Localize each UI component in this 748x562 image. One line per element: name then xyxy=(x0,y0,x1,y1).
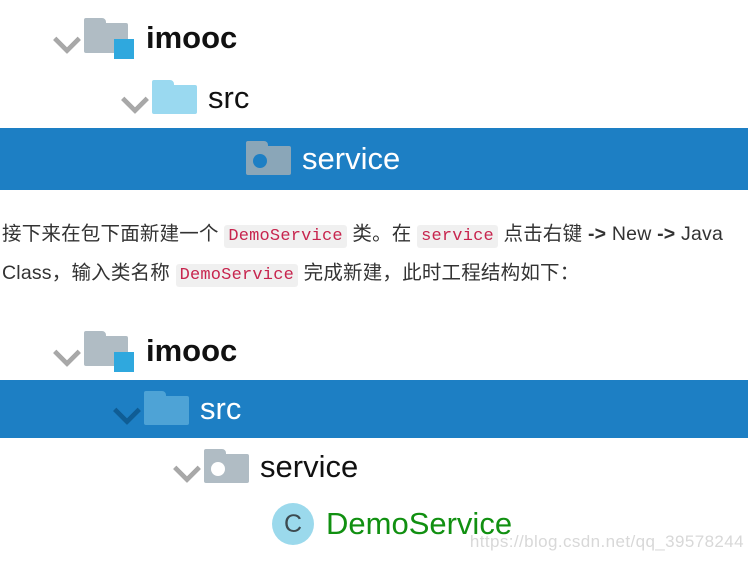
package-folder-icon xyxy=(246,139,292,179)
project-tree-after: imooc src service C DemoService xyxy=(0,322,748,552)
tree-row-demoservice[interactable]: C DemoService xyxy=(0,496,748,552)
inline-code-service: service xyxy=(417,225,498,248)
paragraph-arrow-1: -> xyxy=(587,223,607,245)
tree-row-label: src xyxy=(200,391,242,426)
chevron-down-icon[interactable] xyxy=(170,450,204,484)
paragraph-text-1: 接下来在包下面新建一个 xyxy=(2,223,225,245)
chevron-down-icon[interactable] xyxy=(50,21,84,55)
tree-row-label: service xyxy=(302,141,401,176)
tree-row-service-after[interactable]: service xyxy=(0,438,748,496)
java-class-icon-letter: C xyxy=(283,510,303,538)
module-folder-icon xyxy=(84,17,136,59)
tree-row-src-after[interactable]: src xyxy=(0,380,748,438)
paragraph-text-6: 完成新建，此时工程结构如下： xyxy=(298,262,580,284)
tree-row-service-before[interactable]: service xyxy=(0,128,748,190)
paragraph-text-3: 点击右键 xyxy=(497,223,588,245)
source-folder-icon xyxy=(144,389,190,429)
module-folder-icon xyxy=(84,330,136,372)
tree-row-label: imooc xyxy=(146,333,238,368)
tree-row-label: DemoService xyxy=(326,506,513,541)
package-folder-icon xyxy=(204,447,250,487)
inline-code-demoservice-1: DemoService xyxy=(224,225,347,248)
paragraph-text-2: 类。在 xyxy=(346,223,418,245)
tree-row-label: imooc xyxy=(146,20,238,55)
tree-row-src-before[interactable]: src xyxy=(0,68,748,128)
project-tree-before: imooc src service xyxy=(0,0,748,190)
tree-row-label: src xyxy=(208,80,250,115)
inline-code-demoservice-2: DemoService xyxy=(175,264,298,287)
spacer-after-first-tree xyxy=(0,190,748,216)
paragraph-text-4: New xyxy=(606,223,658,245)
spacer-before-second-tree xyxy=(0,294,748,322)
chevron-down-icon[interactable] xyxy=(118,81,152,115)
chevron-down-icon[interactable] xyxy=(50,334,84,368)
source-folder-icon xyxy=(152,78,198,118)
instruction-paragraph: 接下来在包下面新建一个 DemoService 类。在 service 点击右键… xyxy=(0,216,748,294)
tree-row-label: service xyxy=(260,449,359,484)
java-class-icon: C xyxy=(272,503,314,545)
tree-row-imooc-before[interactable]: imooc xyxy=(0,8,748,68)
chevron-down-icon[interactable] xyxy=(110,392,144,426)
tree-row-imooc-after[interactable]: imooc xyxy=(0,322,748,380)
paragraph-arrow-2: -> xyxy=(657,223,676,245)
